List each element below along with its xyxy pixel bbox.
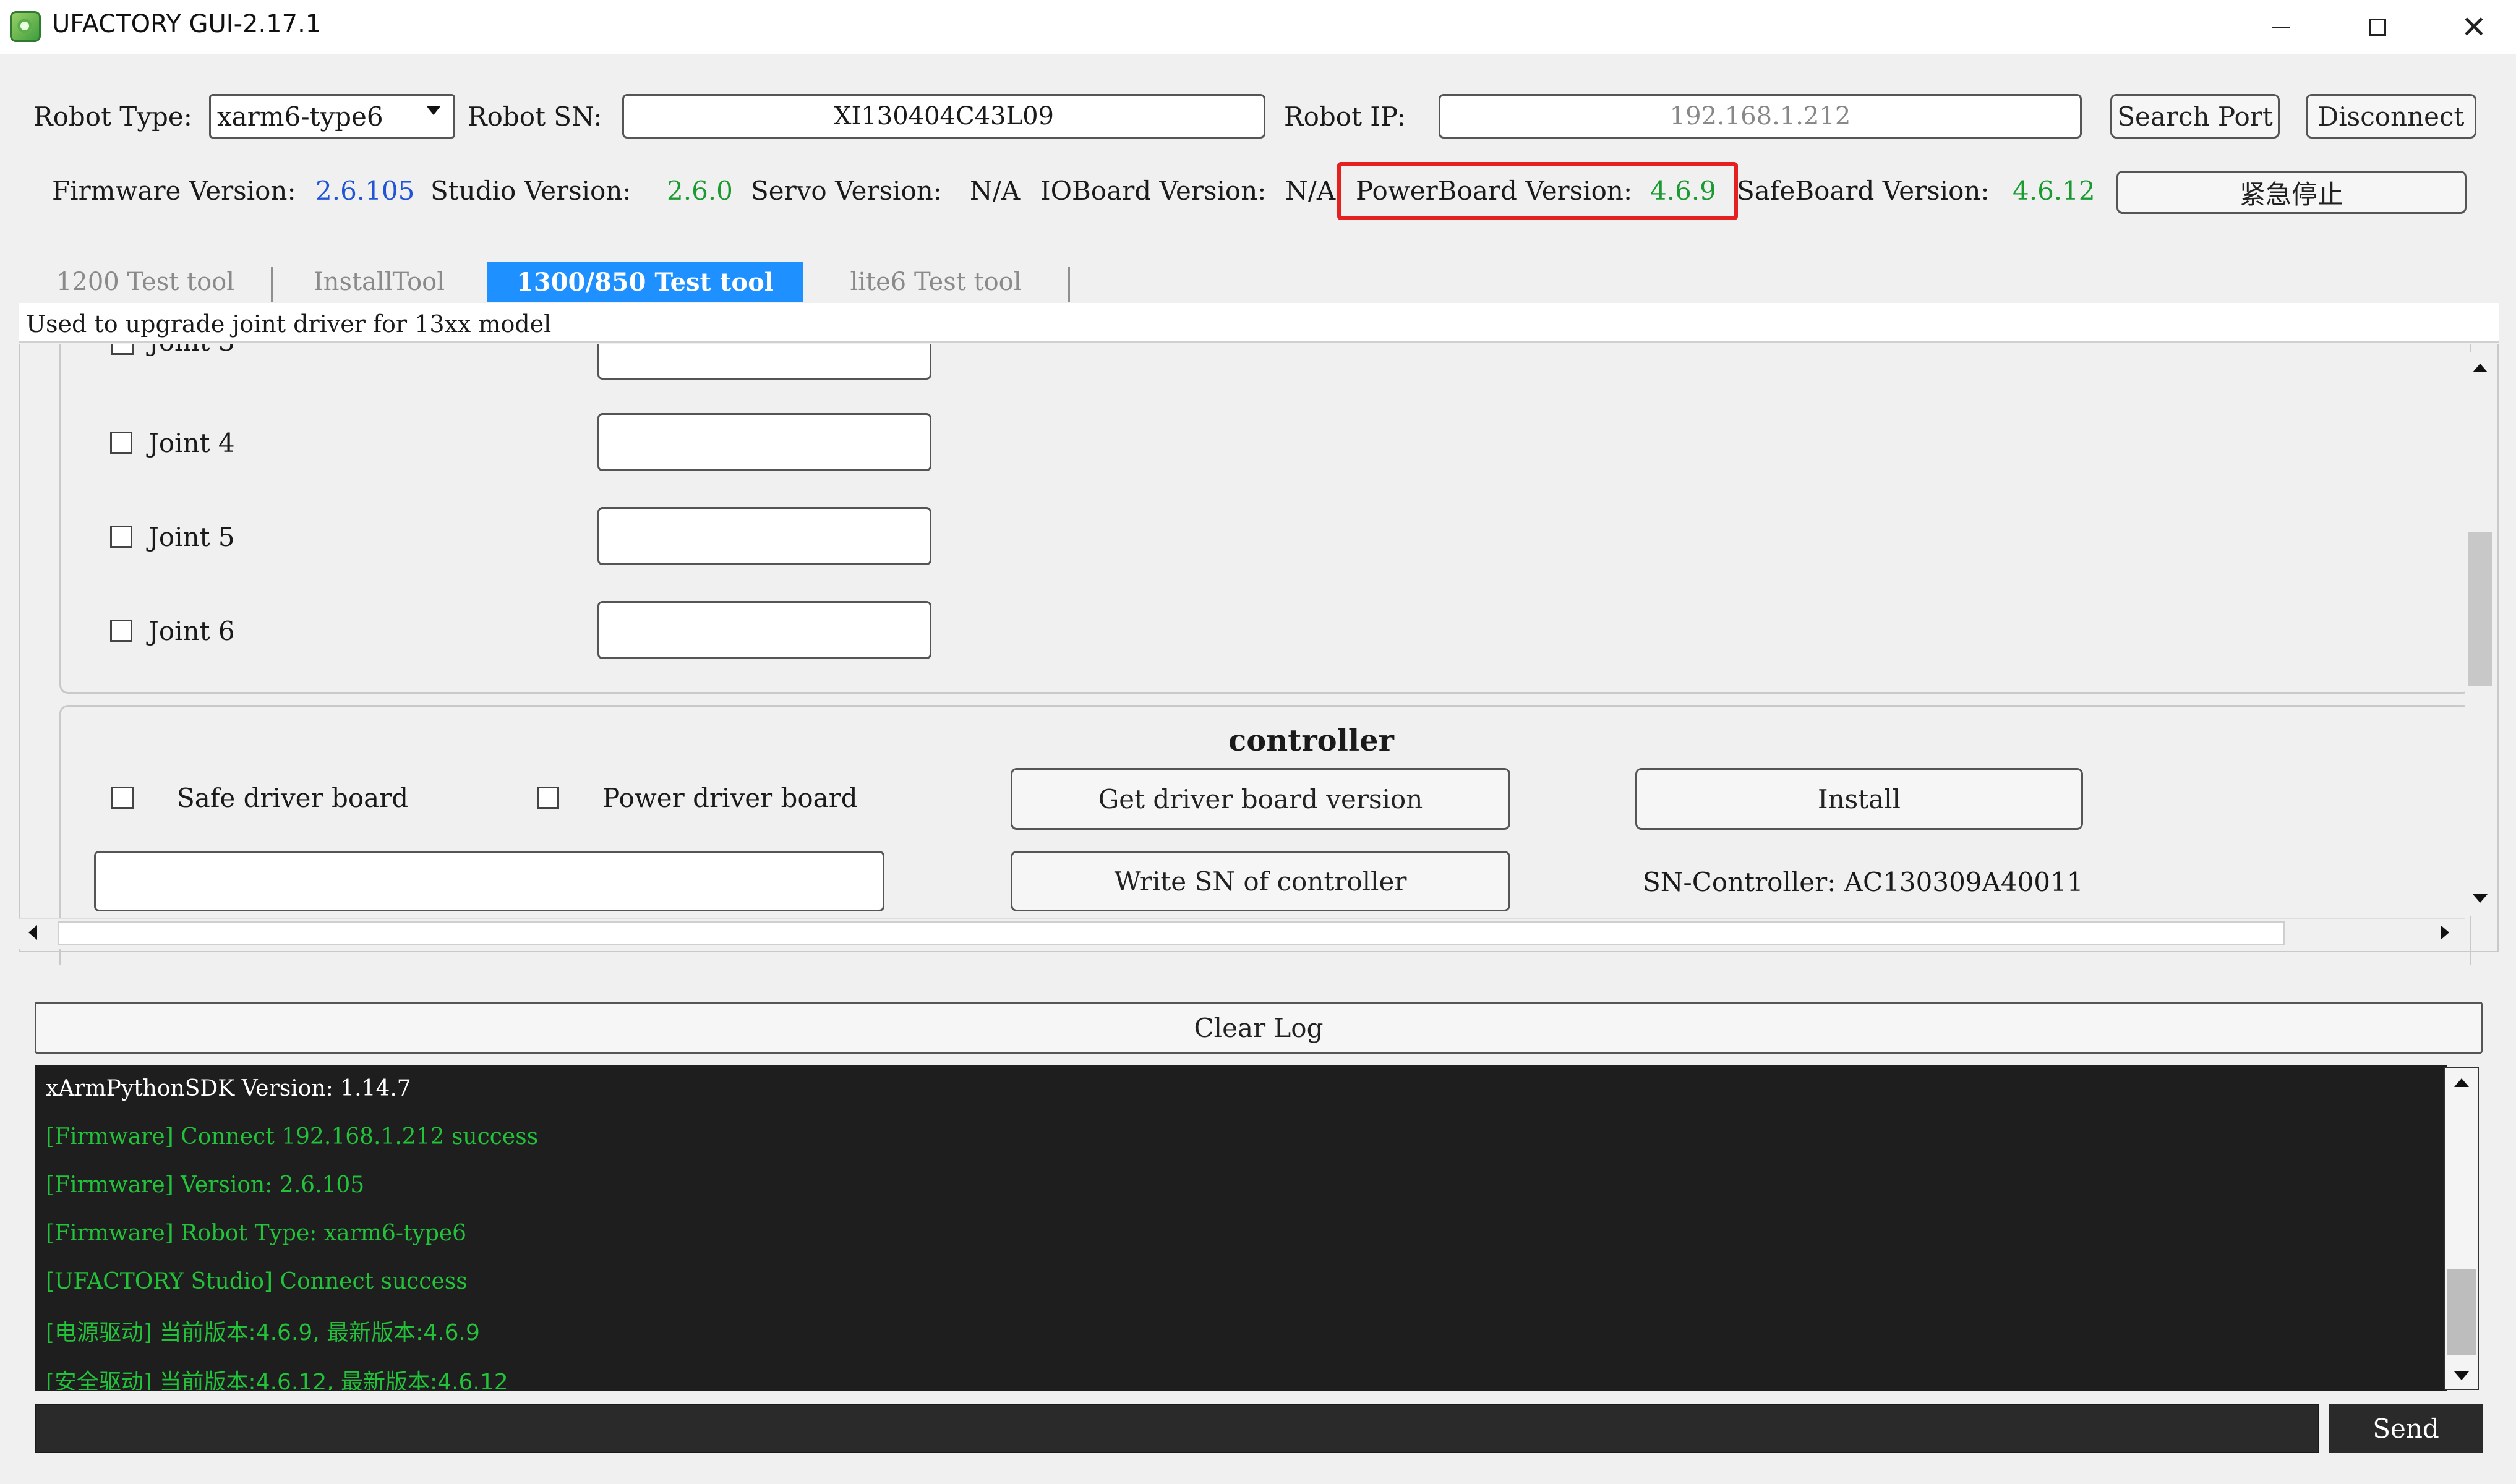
joint-3-checkbox[interactable] [111,344,134,355]
firmware-version-value: 2.6.105 [315,176,415,206]
close-icon: ✕ [2461,9,2487,45]
log-line: [UFACTORY Studio] Connect success [46,1269,468,1294]
title-bar [0,0,2516,54]
scroll-left-icon[interactable] [28,925,37,940]
robot-ip-input[interactable]: 192.168.1.212 [1439,94,2082,139]
servo-version-label: Servo Version: [751,176,942,206]
safe-driver-label: Safe driver board [177,783,409,813]
power-driver-label: Power driver board [602,783,858,813]
safe-driver-checkbox[interactable] [111,787,134,809]
send-button[interactable]: Send [2329,1404,2483,1453]
ioboard-version-value: N/A [1285,176,1336,206]
log-line: [Firmware] Connect 192.168.1.212 success [46,1124,539,1149]
sn-controller-text: SN-Controller: AC130309A40011 [1643,867,2084,897]
tab-1200-test-tool[interactable]: 1200 Test tool [25,262,266,302]
maximize-button[interactable] [2329,0,2426,54]
tab-install-tool[interactable]: InstallTool [277,262,481,302]
joint-6-input[interactable] [597,601,931,659]
scroll-right-icon[interactable] [2441,925,2449,940]
get-driver-board-version-button[interactable]: Get driver board version [1011,768,1510,830]
close-button[interactable]: ✕ [2426,0,2516,54]
log-scroll-up-icon[interactable] [2454,1078,2469,1087]
emergency-stop-button[interactable]: 紧急停止 [2116,171,2467,214]
log-scroll-thumb[interactable] [2447,1269,2476,1355]
joint-5-checkbox[interactable] [110,526,132,548]
robot-type-select[interactable]: xarm6-type6 [209,94,455,139]
joint-5-label: Joint 5 [148,522,235,552]
log-line: xArmPythonSDK Version: 1.14.7 [46,1076,411,1101]
studio-version-value: 2.6.0 [667,176,733,206]
tab-1300-850-test-tool[interactable]: 1300/850 Test tool [487,262,803,302]
controller-title: controller [1228,723,1394,758]
write-sn-button[interactable]: Write SN of controller [1011,851,1510,911]
robot-ip-label: Robot IP: [1284,101,1406,132]
window-title: UFACTORY GUI-2.17.1 [52,10,322,38]
tab-description: Used to upgrade joint driver for 13xx mo… [26,310,552,338]
panel-horizontal-scroll-thumb[interactable] [58,921,2285,945]
scroll-down-icon[interactable] [2473,894,2488,903]
disconnect-button[interactable]: Disconnect [2306,94,2476,139]
log-line: [Firmware] Version: 2.6.105 [46,1172,365,1198]
robot-type-value: xarm6-type6 [217,101,383,132]
ioboard-version-label: IOBoard Version: [1040,176,1267,206]
search-port-button[interactable]: Search Port [2110,94,2280,139]
log-scroll-down-icon[interactable] [2454,1371,2469,1380]
app-logo-icon [10,11,41,42]
safeboard-version-value: 4.6.12 [2013,176,2095,206]
robot-type-label: Robot Type: [33,101,192,132]
joint-4-label: Joint 4 [148,428,235,458]
joint-6-label: Joint 6 [148,616,235,646]
maximize-icon [2369,19,2386,36]
power-driver-checkbox[interactable] [537,787,559,809]
studio-version-label: Studio Version: [430,176,631,206]
log-line: [Firmware] Robot Type: xarm6-type6 [46,1221,467,1246]
command-input[interactable] [35,1404,2319,1453]
powerboard-version-label: PowerBoard Version: [1356,176,1633,206]
log-line: [电源驱动] 当前版本:4.6.9, 最新版本:4.6.9 [46,1320,480,1345]
install-button[interactable]: Install [1635,768,2083,830]
tab-separator [1068,267,1070,302]
controller-sn-input[interactable] [94,851,884,911]
joint-3-label: Joint 3 [148,344,235,357]
robot-sn-label: Robot SN: [468,101,602,132]
powerboard-version-value: 4.6.9 [1650,176,1716,206]
joint-3-row: Joint 3 [93,344,402,369]
joint-4-input[interactable] [597,413,931,471]
minimize-icon [2272,26,2290,28]
joint-6-checkbox[interactable] [110,620,132,642]
log-line: [安全驱动] 当前版本:4.6.12, 最新版本:4.6.12 [46,1370,508,1390]
tab-lite6-test-tool[interactable]: lite6 Test tool [809,262,1063,302]
scroll-up-icon[interactable] [2473,364,2488,372]
servo-version-value: N/A [970,176,1021,206]
chevron-down-icon[interactable] [427,106,440,115]
firmware-version-label: Firmware Version: [52,176,296,206]
joint-4-checkbox[interactable] [110,432,132,454]
minimize-button[interactable] [2233,0,2329,54]
log-line-clip: [安全驱动] 当前版本:4.6.12, 最新版本:4.6.12 [35,1360,2441,1390]
joint-group [59,344,2471,694]
robot-sn-input[interactable]: XI130404C43L09 [622,94,1265,139]
clear-log-button[interactable]: Clear Log [35,1002,2483,1054]
panel-vertical-scroll-thumb[interactable] [2468,532,2492,686]
tab-separator [271,267,273,302]
safeboard-version-label: SafeBoard Version: [1737,176,1990,206]
joint-5-input[interactable] [597,507,931,565]
